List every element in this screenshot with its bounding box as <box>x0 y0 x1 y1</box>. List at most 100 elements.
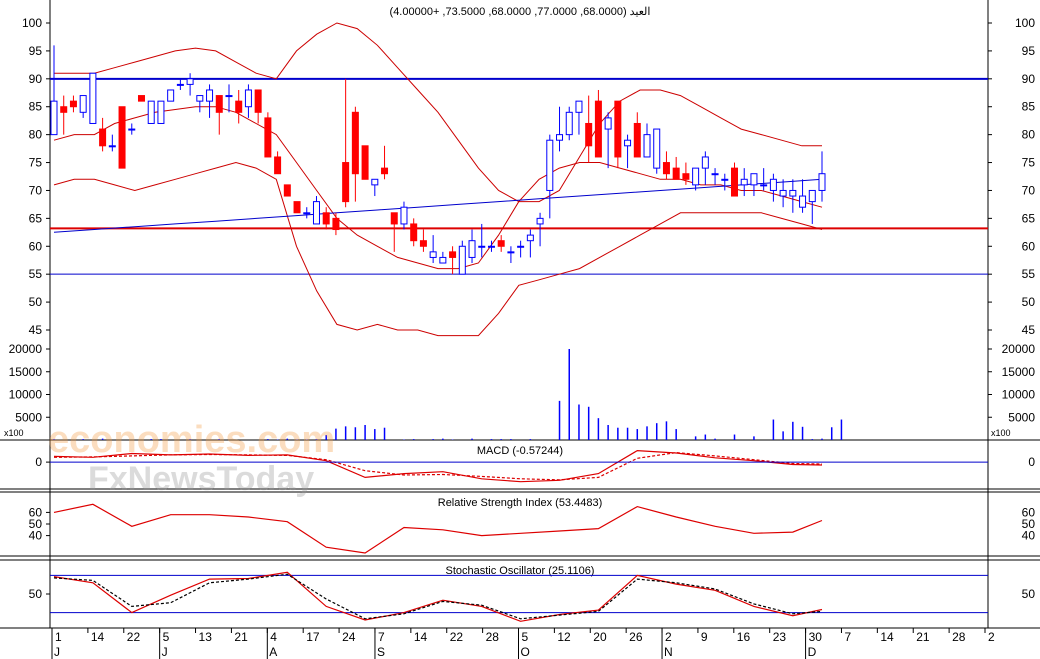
volume-multiplier-left: x100 <box>4 428 24 438</box>
price-tick-label-right: 70 <box>1022 183 1036 197</box>
price-tick-label-right: 45 <box>1022 323 1036 337</box>
candle-body <box>89 72 97 124</box>
price-tick-label-left: 70 <box>29 183 43 197</box>
rsi-panel-values-line <box>53 503 823 554</box>
candle-body <box>653 128 661 169</box>
candle-body <box>536 217 544 225</box>
candle-body <box>487 245 495 248</box>
price-tick-label-right: 65 <box>1022 211 1036 225</box>
price-tick-label-right: 55 <box>1022 267 1036 281</box>
month-label: S <box>377 645 385 659</box>
price-tick-label-right: 95 <box>1022 44 1036 58</box>
x-tick-label: 28 <box>486 630 500 644</box>
candle-body <box>721 178 729 181</box>
candle-body <box>760 184 768 187</box>
month-label: O <box>521 645 530 659</box>
price-tick-label-right: 100 <box>1015 16 1035 30</box>
stock-chart: 100 10095 9590 9085 8580 8075 7570 7065 6560 6055… <box>0 0 1040 659</box>
x-tick-label: 7 <box>378 630 385 644</box>
candle-body <box>390 212 398 225</box>
x-tick-label: 7 <box>844 630 851 644</box>
x-tick-label: 16 <box>737 630 751 644</box>
candle-body <box>507 251 515 254</box>
candle-body <box>293 201 301 214</box>
rsi-panel-tick-label-right: 40 <box>1022 529 1036 543</box>
volume-tick-label-right: 5000 <box>1008 410 1035 424</box>
candle-body <box>128 128 136 131</box>
candle-body <box>779 189 787 197</box>
x-tick-label: 21 <box>916 630 930 644</box>
price-title: العيد (68.0000, 77.0000, 68.0000, 73.500… <box>390 6 651 18</box>
candle-body <box>556 134 564 141</box>
bollinger-upper-band <box>54 22 822 203</box>
candle-body <box>274 156 282 175</box>
x-tick-label: 30 <box>809 630 823 644</box>
x-tick-label: 20 <box>593 630 607 644</box>
candle-body <box>731 167 739 197</box>
stoch-panel-k-line <box>53 571 823 622</box>
x-tick-label: 28 <box>952 630 966 644</box>
price-tick-label-right: 85 <box>1022 100 1036 114</box>
price-tick-label-right: 80 <box>1022 128 1036 142</box>
candle-body <box>497 240 505 247</box>
candle-body <box>633 122 641 158</box>
candle-body <box>244 89 252 108</box>
month-label: J <box>162 645 168 659</box>
candle-body <box>351 111 359 175</box>
x-tick-label: 21 <box>234 630 248 644</box>
candle-body <box>283 184 291 197</box>
candle-body <box>818 173 826 191</box>
candle-body <box>769 178 777 191</box>
candle-body <box>594 100 602 158</box>
candle-body <box>225 95 233 98</box>
moving-average-line <box>53 178 823 233</box>
volume-multiplier-right: x100 <box>991 428 1011 438</box>
candle-body <box>585 122 593 147</box>
volume-tick-label-right: 15000 <box>1002 365 1036 379</box>
candle-body <box>575 100 583 113</box>
price-tick-label-left: 90 <box>29 72 43 86</box>
month-label: J <box>54 645 60 659</box>
candle-body <box>546 139 554 191</box>
price-panel: 100 100 95 95 90 90 85 85 80 80 75 75 70 70 65 65 60 60 55… <box>22 16 1035 337</box>
rsi-panel-title: Relative Strength Index (53.4483) <box>438 497 603 509</box>
candle-body <box>206 89 214 102</box>
candle-body <box>176 83 184 86</box>
x-tick-label: 22 <box>450 630 464 644</box>
price-tick-label-right: 60 <box>1022 239 1036 253</box>
x-tick-label: 26 <box>629 630 643 644</box>
macd-panel-tick-label-left: 0 <box>35 455 42 469</box>
x-tick-label: 1 <box>55 630 62 644</box>
candle-body <box>322 212 330 225</box>
price-tick-label-left: 60 <box>29 239 43 253</box>
watermark-line1: economies.com <box>48 419 335 461</box>
candle-body <box>215 95 223 113</box>
candle-body <box>137 95 145 102</box>
stoch-panel-tick-label-right: 50 <box>1022 587 1036 601</box>
volume-tick-label-right: 20000 <box>1002 342 1036 356</box>
candle-body <box>108 145 116 148</box>
x-tick-label: 9 <box>701 630 708 644</box>
candle-body <box>565 111 573 136</box>
candle-body <box>740 178 748 186</box>
x-axis: 1 14 22 5 13 21 4 17 24 7 14 22 28 5 12 20 26 2 9 16 23 30 7 14… <box>51 628 995 659</box>
price-tick-label-left: 80 <box>29 128 43 142</box>
macd-panel-title: MACD (-0.57244) <box>477 445 563 457</box>
candle-body <box>808 189 816 203</box>
x-tick-label: 24 <box>342 630 356 644</box>
month-label: N <box>664 645 673 659</box>
candle-body <box>371 178 379 186</box>
candle-body <box>118 106 126 169</box>
candle-body <box>419 240 427 247</box>
x-tick-label: 14 <box>91 630 105 644</box>
candle-body <box>449 251 457 258</box>
candle-body <box>799 195 807 208</box>
candle-body <box>643 134 651 158</box>
candle-body <box>517 245 525 248</box>
candle-body <box>69 100 77 108</box>
candle-body <box>303 212 311 215</box>
month-label: A <box>269 645 277 659</box>
volume-tick-label-left: 20000 <box>9 342 43 356</box>
x-tick-label: 2 <box>665 630 672 644</box>
candle-body <box>312 201 320 225</box>
